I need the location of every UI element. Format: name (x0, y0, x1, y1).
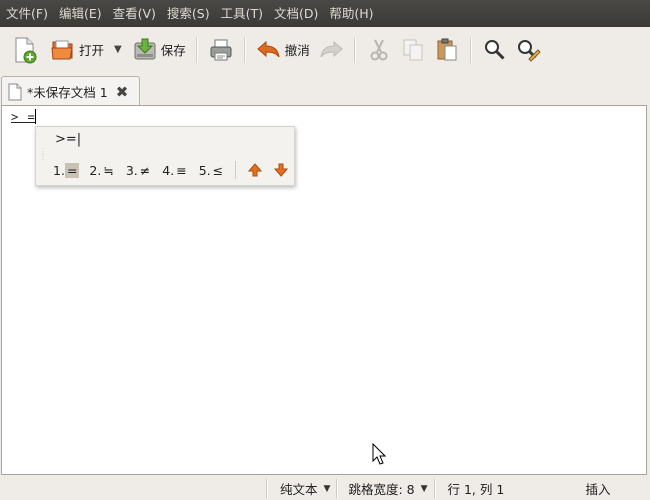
undo-arrow-icon (256, 40, 280, 57)
mouse-pointer-icon (372, 443, 386, 465)
toolbar-separator (195, 36, 198, 63)
chevron-down-icon: ▼ (323, 483, 331, 494)
open-folder-icon (51, 40, 73, 59)
copy-icon (403, 39, 423, 60)
ime-separator (235, 161, 237, 179)
tab-width: 跳格宽度: 8 (348, 482, 415, 497)
candidate-item[interactable]: 2. ≒ (89, 163, 115, 178)
undo-label: 撤消 (284, 43, 310, 58)
menu-file[interactable]: 文件(F) (0, 0, 53, 27)
ime-preedit: >=| (55, 132, 82, 147)
cursor-position-text: 行 1, 列 1 (447, 482, 505, 497)
tab-width-dropdown[interactable]: 跳格宽度: 8 ▼ (338, 477, 433, 500)
toolbar-separator (243, 36, 246, 63)
page-down-button[interactable] (274, 163, 289, 177)
menu-search[interactable]: 搜索(S) (161, 0, 215, 27)
save-button[interactable]: 保存 (128, 32, 190, 68)
copy-button[interactable] (396, 32, 430, 68)
candidate-char: ≠ (139, 162, 151, 178)
cut-button[interactable] (362, 32, 396, 68)
paste-button[interactable] (430, 32, 464, 68)
candidate-char: ≒ (103, 162, 114, 178)
document-tabs: *未保存文档 1 ✖ (0, 72, 650, 106)
new-document-icon (15, 37, 37, 63)
candidate-index: 1. (53, 162, 65, 178)
candidate-item[interactable]: 5. ≤ (199, 163, 225, 178)
printer-icon (210, 39, 232, 60)
language-mode: 纯文本 (280, 482, 318, 497)
save-icon (134, 38, 156, 59)
menu-bar: 文件(F) 编辑(E) 查看(V) 搜索(S) 工具(T) 文档(D) 帮助(H… (0, 0, 650, 27)
candidate-item[interactable]: 3. ≠ (126, 163, 152, 178)
find-button[interactable] (478, 32, 512, 68)
insert-mode-text: 插入 (585, 482, 611, 497)
preedit-text: > = (11, 110, 36, 124)
print-button[interactable] (204, 32, 238, 68)
scissors-icon (370, 39, 388, 60)
tab-unsaved-document[interactable]: *未保存文档 1 ✖ (1, 76, 140, 106)
candidate-item[interactable]: 4. ≡ (162, 163, 188, 178)
redo-button[interactable] (314, 32, 348, 68)
open-label: 打开 (79, 43, 105, 58)
language-mode-dropdown[interactable]: 纯文本 ▼ (268, 477, 336, 500)
magnifier-icon (484, 39, 505, 60)
save-label: 保存 (160, 43, 186, 58)
status-bar: 纯文本 ▼ 跳格宽度: 8 ▼ 行 1, 列 1 插入 (0, 477, 650, 500)
menu-view[interactable]: 查看(V) (107, 0, 161, 27)
toolbar-separator (469, 36, 472, 63)
candidate-index: 5. (198, 162, 211, 178)
arrow-down-icon (274, 163, 289, 177)
menu-edit[interactable]: 编辑(E) (53, 0, 107, 27)
cursor-position: 行 1, 列 1 (436, 477, 578, 500)
toolbar: 打开 ▼ 保存 撤消 (0, 27, 650, 72)
page-up-button[interactable] (248, 163, 263, 177)
menu-documents[interactable]: 文档(D) (268, 0, 323, 27)
toolbar-separator (353, 36, 356, 63)
ime-candidate-window: >=| ⋮ ⋮ 1. = 2. ≒ 3. ≠ 4. ≡ 5. ≤ (35, 126, 295, 186)
clipboard-icon (437, 38, 457, 60)
tab-title: *未保存文档 1 (27, 85, 108, 100)
redo-arrow-icon (320, 40, 343, 57)
close-icon[interactable]: ✖ (116, 83, 129, 101)
find-replace-icon (517, 39, 541, 62)
recent-files-dropdown-icon[interactable]: ▼ (108, 44, 128, 55)
arrow-up-icon (248, 163, 263, 177)
drag-handle-icon[interactable]: ⋮ ⋮ (39, 148, 47, 161)
chevron-down-icon: ▼ (420, 483, 428, 494)
candidate-index: 3. (125, 162, 138, 178)
undo-button[interactable]: 撤消 (252, 32, 314, 68)
candidate-list: 1. = 2. ≒ 3. ≠ 4. ≡ 5. ≤ (53, 161, 296, 179)
replace-button[interactable] (512, 32, 546, 68)
open-button[interactable]: 打开 (46, 32, 108, 68)
menu-help[interactable]: 帮助(H) (323, 0, 378, 27)
candidate-char: = (64, 162, 80, 178)
menu-tools[interactable]: 工具(T) (215, 0, 268, 27)
text-caret (35, 109, 36, 124)
candidate-index: 2. (89, 162, 102, 178)
candidate-item[interactable]: 1. = (53, 162, 80, 178)
candidate-char: ≡ (176, 162, 187, 178)
new-button[interactable] (8, 32, 42, 68)
document-icon (8, 83, 22, 100)
candidate-char: ≤ (212, 162, 224, 178)
candidate-index: 4. (162, 162, 175, 178)
insert-mode: 插入 (578, 477, 611, 500)
